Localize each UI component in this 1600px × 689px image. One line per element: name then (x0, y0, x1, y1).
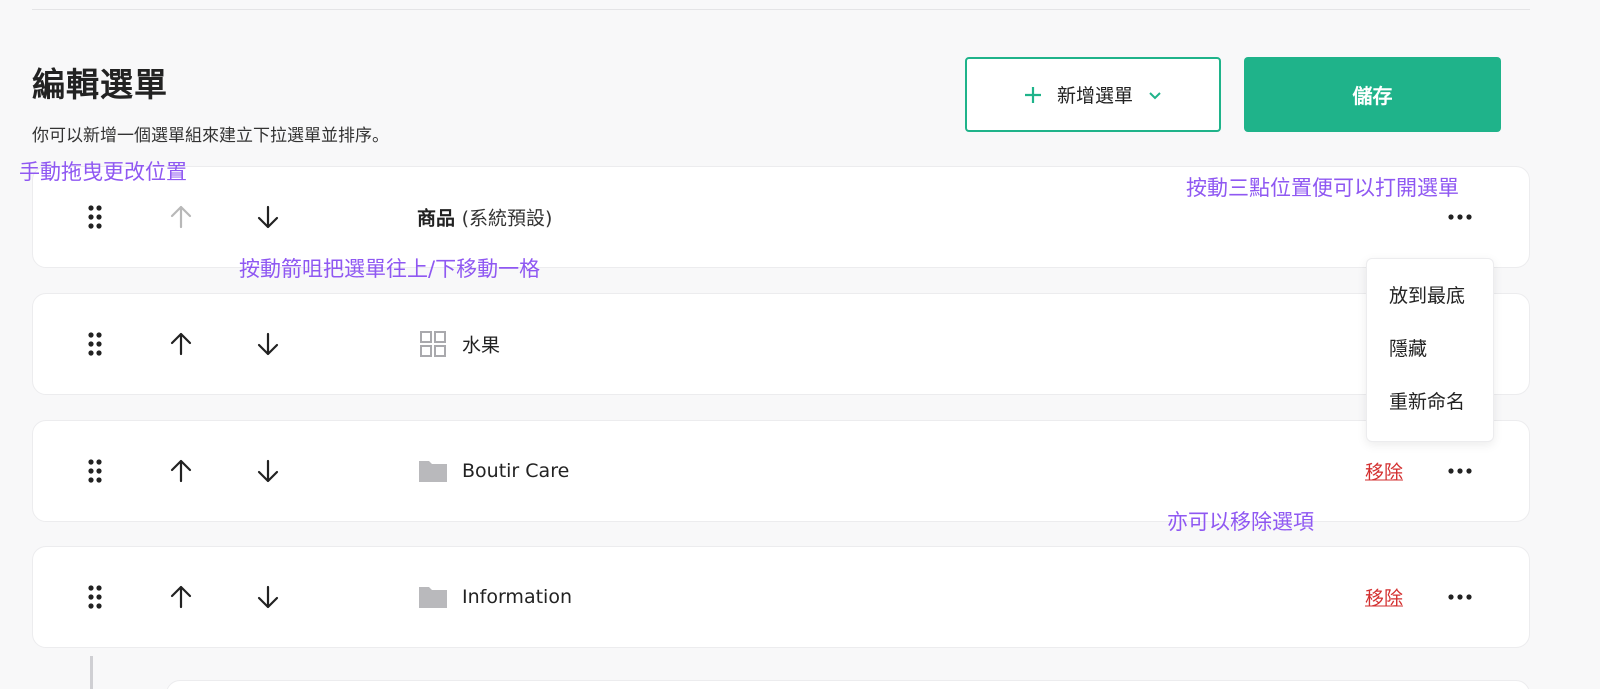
drag-handle-icon[interactable] (87, 458, 103, 484)
move-down-icon[interactable] (254, 583, 282, 611)
save-label: 儲存 (1352, 84, 1393, 108)
annotation-remove: 亦可以移除選項 (1167, 510, 1314, 534)
drag-handle-icon[interactable] (87, 584, 103, 610)
child-menu-row[interactable] (166, 680, 1530, 689)
options-dropdown-menu: 放到最底 隱藏 重新命名 (1366, 258, 1494, 442)
page-title: 編輯選單 (32, 65, 168, 104)
drag-handle-icon[interactable] (87, 204, 103, 230)
grid-icon (420, 331, 446, 357)
page-subtitle: 你可以新增一個選單組來建立下拉選單並排序。 (32, 126, 389, 146)
more-options-icon[interactable] (1445, 207, 1475, 227)
more-options-icon[interactable] (1445, 587, 1475, 607)
folder-icon (419, 461, 447, 482)
edit-menu-page: 編輯選單 你可以新增一個選單組來建立下拉選單並排序。 新增選單 儲存 商品 (系… (0, 0, 1600, 689)
row-name: 商品 (417, 207, 456, 230)
move-down-icon[interactable] (254, 203, 282, 231)
remove-link[interactable]: 移除 (1365, 458, 1403, 485)
move-down-icon[interactable] (254, 330, 282, 358)
move-up-icon[interactable] (167, 330, 195, 358)
move-up-icon[interactable] (167, 203, 195, 231)
more-options-icon[interactable] (1445, 461, 1475, 481)
menu-item-hide[interactable]: 隱藏 (1389, 334, 1427, 361)
menu-row-fruit[interactable]: 水果 (32, 293, 1530, 395)
row-name: Information (462, 586, 572, 608)
row-name: Boutir Care (462, 460, 570, 482)
plus-icon (1024, 86, 1041, 103)
menu-item-rename[interactable]: 重新命名 (1389, 387, 1465, 414)
move-up-icon[interactable] (167, 583, 195, 611)
drag-handle-icon[interactable] (87, 331, 103, 357)
chevron-down-icon (1149, 91, 1161, 99)
annotation-arrows: 按動箭咀把選單往上/下移動一格 (239, 257, 541, 281)
move-down-icon[interactable] (254, 457, 282, 485)
folder-icon (419, 587, 447, 608)
add-menu-button[interactable]: 新增選單 (965, 57, 1221, 132)
menu-row-label: 商品 (系統預設) (417, 204, 552, 231)
menu-item-move-to-bottom[interactable]: 放到最底 (1389, 281, 1465, 308)
save-button[interactable]: 儲存 (1244, 57, 1501, 132)
remove-link[interactable]: 移除 (1365, 584, 1403, 611)
annotation-dots: 按動三點位置便可以打開選單 (1186, 176, 1459, 200)
annotation-drag: 手動拖曳更改位置 (19, 160, 187, 184)
add-menu-label: 新增選單 (1056, 85, 1133, 107)
menu-row-information[interactable]: Information 移除 (32, 546, 1530, 648)
top-divider (32, 9, 1530, 10)
tree-connector-line (90, 656, 93, 689)
move-up-icon[interactable] (167, 457, 195, 485)
row-name: 水果 (462, 334, 501, 357)
row-default-tag: (系統預設) (461, 207, 553, 230)
